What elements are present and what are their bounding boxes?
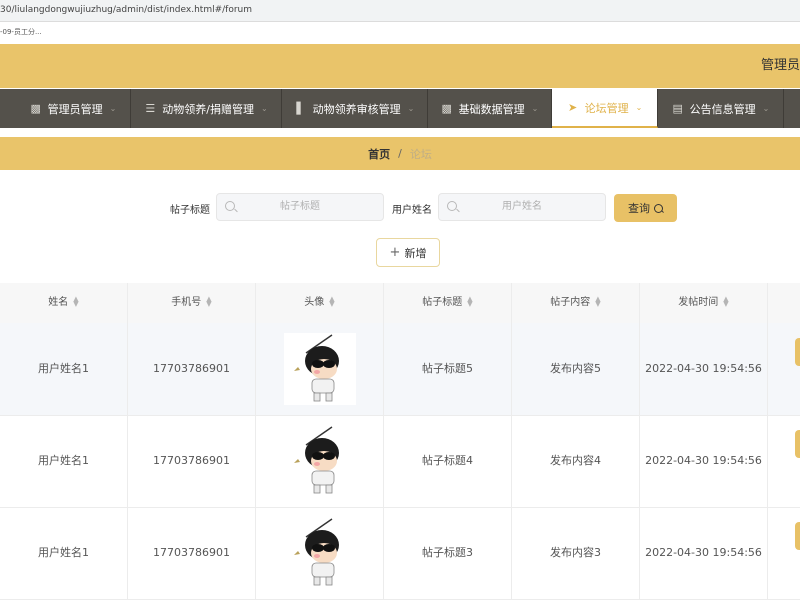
table-row[interactable]: 用户姓名1 17703786901 帖子标题3 发布内容3 2022-04-30… xyxy=(0,507,800,600)
bookmarks-bar: -09-员工分... xyxy=(0,22,800,43)
top-nav: ▩ 管理员管理 ⌄ ☰ 动物领养/捐赠管理 ⌄ ▌ 动物领养审核管理 ⌄ ▩ 基… xyxy=(0,89,800,128)
nav-item-base-data[interactable]: ▩ 基础数据管理 ⌄ xyxy=(428,89,552,128)
cell-actions xyxy=(768,415,800,507)
breadcrumb-home[interactable]: 首页 xyxy=(368,146,390,162)
nav-item-label: 论坛管理 xyxy=(584,101,629,115)
table-header: 姓名 ▲ ▼ 手机号 ▲ ▼ 头像 ▲ ▼ 帖子标题 ▲ ▼ 帖子内容 ▲ ▼ 发帖时间 ▲ ▼ xyxy=(0,283,800,324)
breadcrumb-current: 论坛 xyxy=(409,147,432,161)
breadcrumb: 首页 / 论坛 xyxy=(0,137,800,170)
cell-actions xyxy=(768,507,800,599)
clipboard-icon: ▩ xyxy=(441,102,452,115)
app-header: 管理员 xyxy=(0,44,800,88)
row-action-button[interactable] xyxy=(795,430,800,458)
cell-content: 发布内容4 xyxy=(512,415,640,507)
chevron-down-icon: ⌄ xyxy=(407,104,415,113)
column-header-title[interactable]: 帖子标题 ▲ ▼ xyxy=(384,283,512,323)
nav-item-admin-management[interactable]: ▩ 管理员管理 ⌄ xyxy=(0,89,131,128)
nav-item-label: 管理员管理 xyxy=(47,102,103,116)
send-icon: ➤ xyxy=(568,101,578,114)
cell-content: 发布内容5 xyxy=(512,323,640,415)
add-button-label: 新增 xyxy=(404,246,427,260)
bookmark-item[interactable]: -09-员工分... xyxy=(0,28,42,36)
chevron-down-icon: ⌄ xyxy=(635,103,643,112)
clipboard-icon: ▩ xyxy=(30,102,41,115)
query-button-label: 查询 xyxy=(628,202,650,215)
user-name-placeholder: 用户姓名 xyxy=(502,201,542,212)
column-header-phone[interactable]: 手机号 ▲ ▼ xyxy=(128,283,256,323)
table-row[interactable]: 用户姓名1 17703786901 帖子标题5 发布内容5 2022-04-30… xyxy=(0,323,800,416)
cell-time: 2022-04-30 19:54:56 xyxy=(640,415,768,507)
column-label: 发帖时间 xyxy=(678,297,719,308)
nav-item-label: 动物领养/捐赠管理 xyxy=(162,102,254,116)
plus-icon: + xyxy=(389,245,401,260)
user-name-input[interactable]: 用户姓名 xyxy=(438,193,606,221)
column-label: 手机号 xyxy=(171,297,202,308)
bar-chart-icon: ▌ xyxy=(296,102,305,115)
chevron-down-icon: ⌄ xyxy=(531,104,539,113)
nav-item-announcements[interactable]: ▤ 公告信息管理 ⌄ xyxy=(658,89,784,128)
url-text: 30/liulangdongwujiuzhug/admin/dist/index… xyxy=(0,5,253,15)
sort-icon[interactable]: ▲ ▼ xyxy=(73,296,78,308)
nav-item-adoption-review[interactable]: ▌ 动物领养审核管理 ⌄ xyxy=(282,89,428,128)
column-header-actions xyxy=(768,283,800,323)
column-header-avatar[interactable]: 头像 ▲ ▼ xyxy=(256,283,384,323)
cell-actions xyxy=(768,323,800,415)
doc-icon: ▤ xyxy=(672,102,683,115)
column-label: 帖子内容 xyxy=(550,297,591,308)
cell-title: 帖子标题4 xyxy=(384,415,512,507)
cell-time: 2022-04-30 19:54:56 xyxy=(640,507,768,599)
chevron-down-icon: ⌄ xyxy=(109,104,117,113)
chevron-down-icon: ⌄ xyxy=(762,104,770,113)
breadcrumb-separator: / xyxy=(398,147,402,160)
cell-phone: 17703786901 xyxy=(128,507,256,599)
nav-item-label: 基础数据管理 xyxy=(458,102,525,116)
post-title-placeholder: 帖子标题 xyxy=(280,201,320,212)
cell-content: 发布内容3 xyxy=(512,507,640,599)
cell-phone: 17703786901 xyxy=(128,323,256,415)
cell-name: 用户姓名1 xyxy=(0,415,128,507)
avatar xyxy=(284,333,356,405)
address-bar[interactable]: 30/liulangdongwujiuzhug/admin/dist/index… xyxy=(0,0,800,22)
avatar xyxy=(284,517,356,589)
column-label: 帖子标题 xyxy=(422,297,463,308)
sort-icon[interactable]: ▲ ▼ xyxy=(206,296,211,308)
column-header-content[interactable]: 帖子内容 ▲ ▼ xyxy=(512,283,640,323)
cell-name: 用户姓名1 xyxy=(0,323,128,415)
cell-time: 2022-04-30 19:54:56 xyxy=(640,323,768,415)
cell-name: 用户姓名1 xyxy=(0,507,128,599)
search-icon xyxy=(654,203,663,213)
nav-item-label: 动物领养审核管理 xyxy=(312,102,401,116)
cell-title: 帖子标题5 xyxy=(384,323,512,415)
query-button[interactable]: 查询 xyxy=(614,194,677,222)
cell-title: 帖子标题3 xyxy=(384,507,512,599)
table-row[interactable]: 用户姓名1 17703786901 帖子标题4 发布内容4 2022-04-30… xyxy=(0,415,800,508)
row-action-button[interactable] xyxy=(795,522,800,550)
admin-menu[interactable]: 管理员 xyxy=(761,44,800,88)
chevron-down-icon: ⌄ xyxy=(261,104,268,113)
avatar xyxy=(284,425,356,497)
nav-item-label: 公告信息管理 xyxy=(689,102,756,116)
sort-icon[interactable]: ▲ ▼ xyxy=(595,296,600,308)
sort-icon[interactable]: ▲ ▼ xyxy=(467,296,472,308)
user-name-label: 用户姓名 xyxy=(392,205,432,216)
add-button[interactable]: + 新增 xyxy=(376,238,440,267)
post-title-label: 帖子标题 xyxy=(170,205,210,216)
sort-icon[interactable]: ▲ ▼ xyxy=(723,296,728,308)
column-label: 头像 xyxy=(304,297,325,308)
sort-icon[interactable]: ▲ ▼ xyxy=(329,296,334,308)
list-icon: ☰ xyxy=(145,102,156,115)
cell-phone: 17703786901 xyxy=(128,415,256,507)
nav-item-forum[interactable]: ➤ 论坛管理 ⌄ xyxy=(552,89,658,128)
nav-item-adoption-donation[interactable]: ☰ 动物领养/捐赠管理 ⌄ xyxy=(131,89,282,128)
column-header-time[interactable]: 发帖时间 ▲ ▼ xyxy=(640,283,768,323)
row-action-button[interactable] xyxy=(795,338,800,366)
column-header-name[interactable]: 姓名 ▲ ▼ xyxy=(0,283,128,323)
column-label: 姓名 xyxy=(48,297,69,308)
post-title-input[interactable]: 帖子标题 xyxy=(216,193,384,221)
